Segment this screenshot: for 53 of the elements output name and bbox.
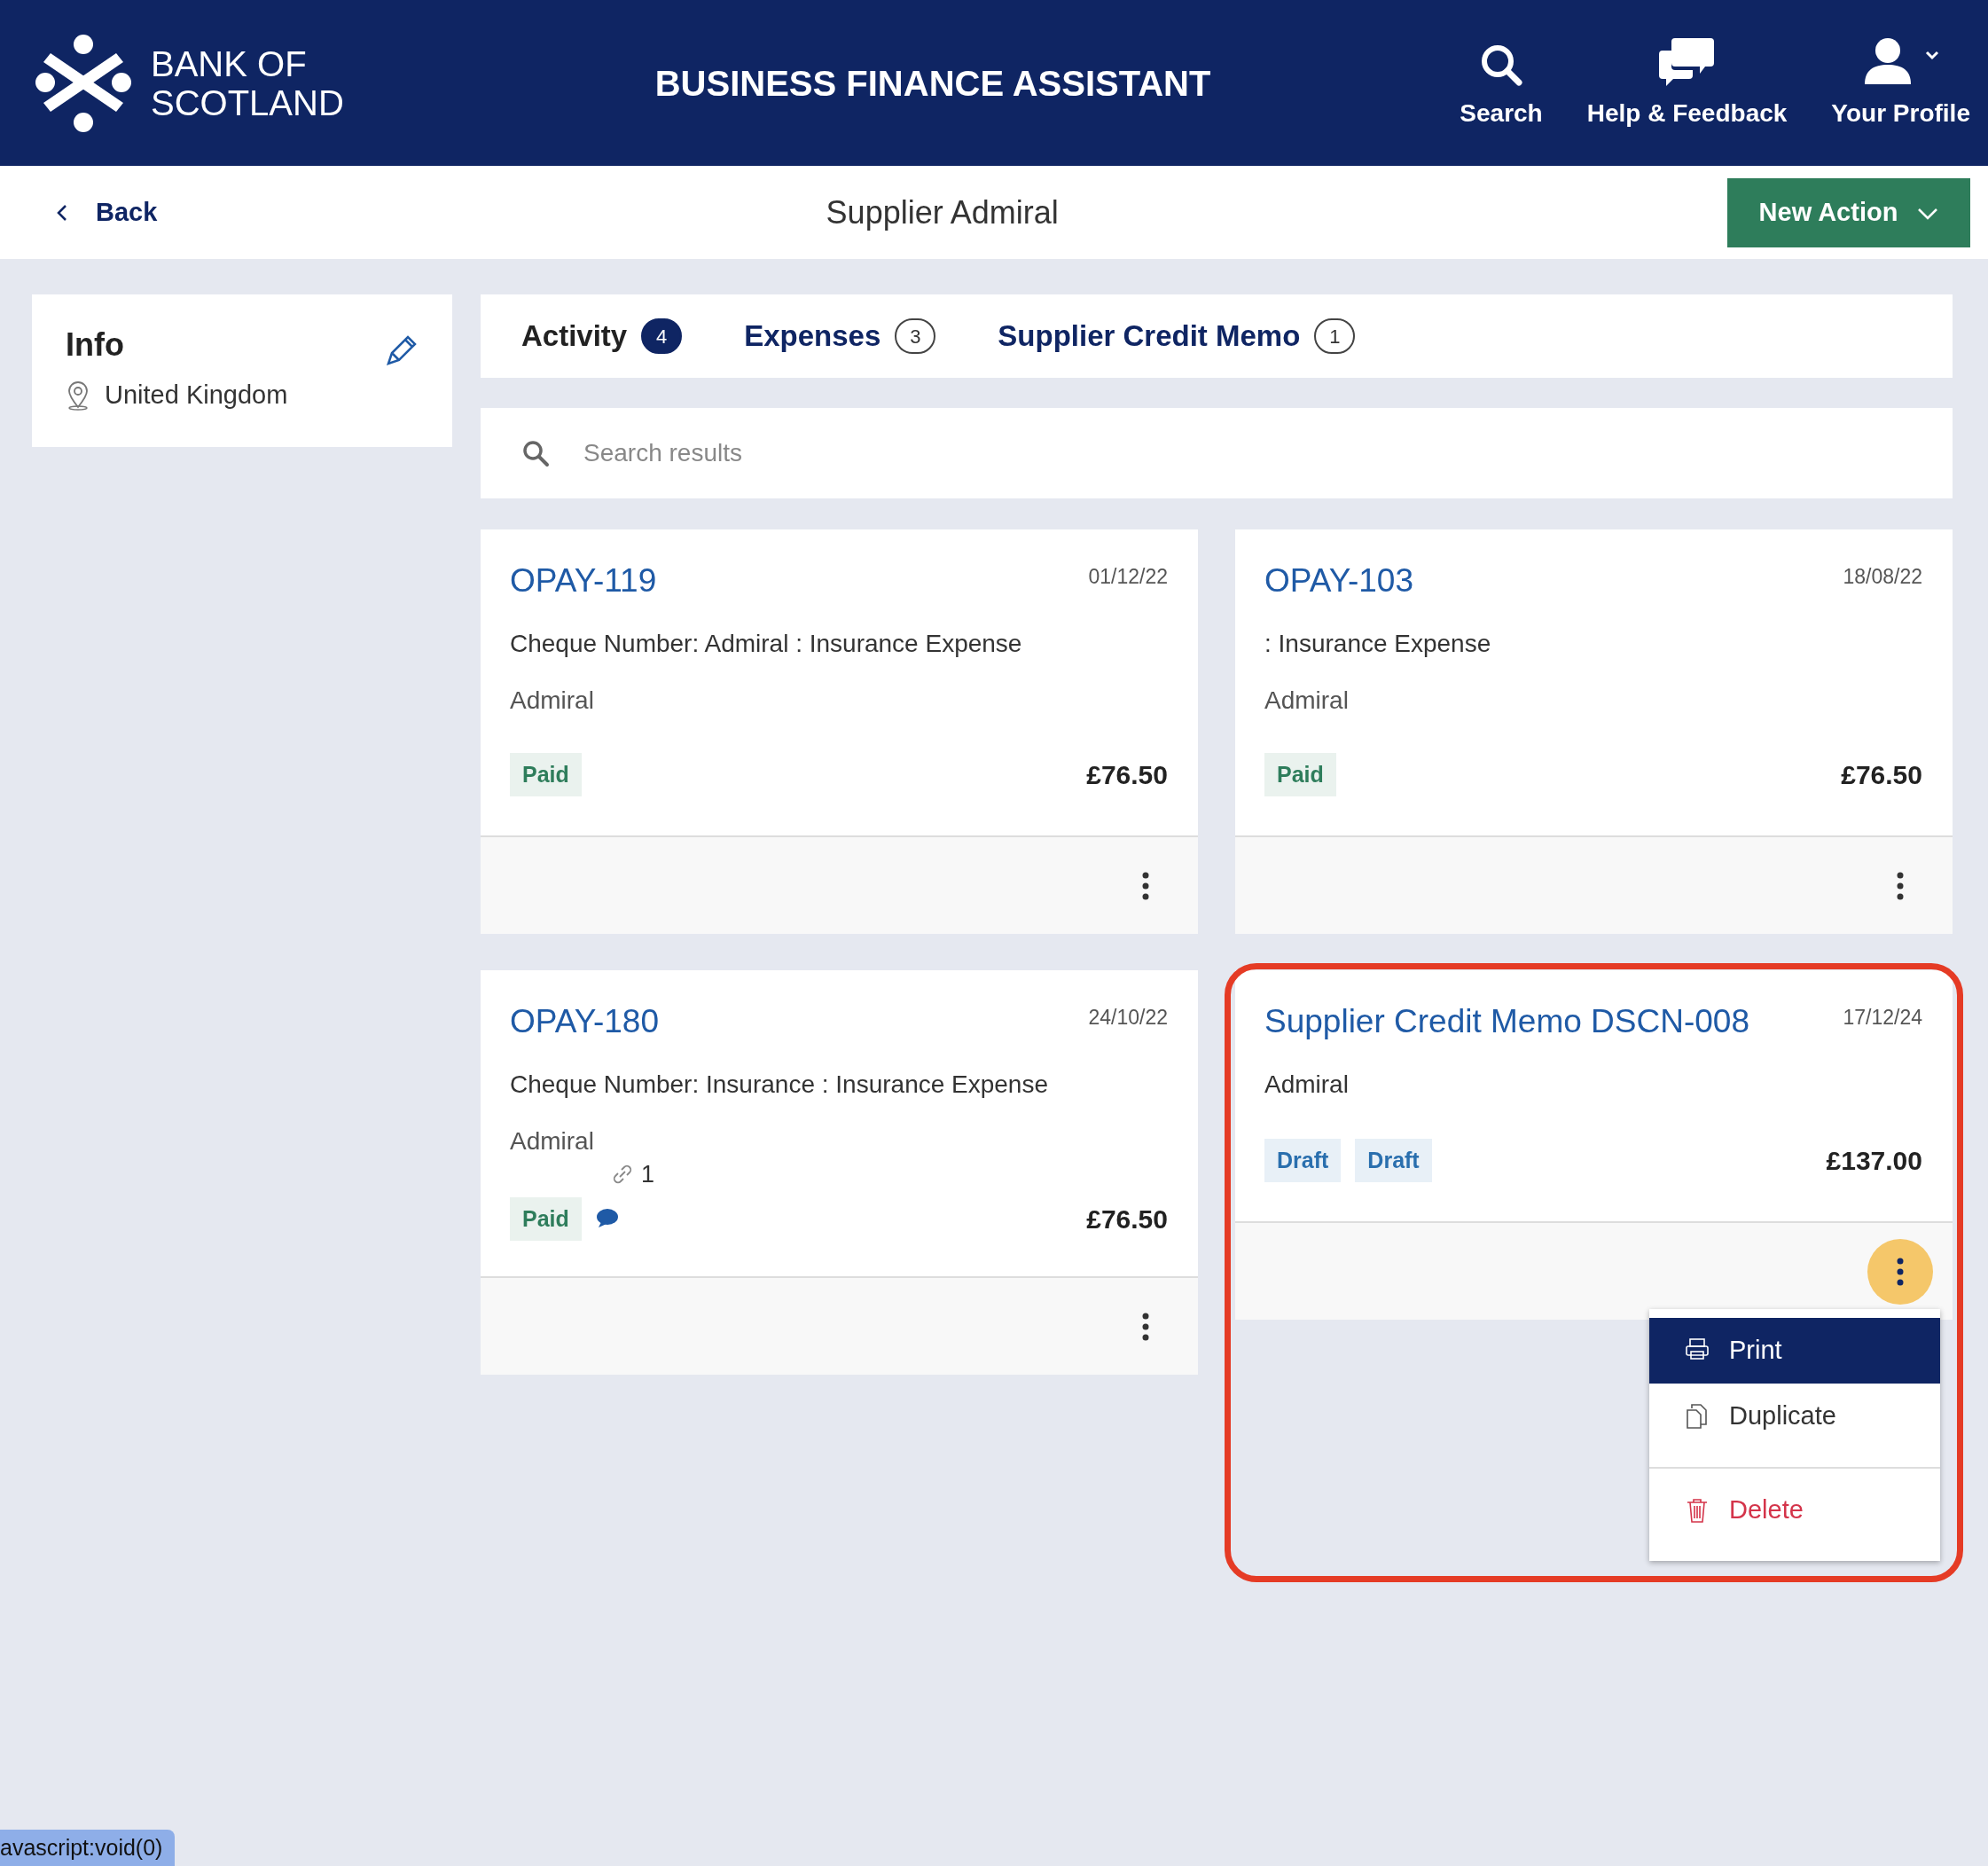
- kebab-icon: [1142, 1312, 1149, 1341]
- payee-text: Admiral: [1264, 685, 1350, 716]
- status-tag: Paid: [1264, 752, 1336, 796]
- search-icon: [521, 439, 550, 467]
- payee-text: Admiral: [510, 1125, 595, 1156]
- amount-text: £137.00: [1826, 1144, 1922, 1177]
- date-text: 01/12/22: [1088, 564, 1168, 590]
- record-link[interactable]: Supplier Credit Memo DSCN-008: [1264, 997, 1749, 1047]
- location-text: United Kingdom: [105, 380, 288, 411]
- description-text: : Insurance Expense: [1264, 628, 1492, 659]
- trash-icon: [1685, 1497, 1710, 1524]
- status-bar: avascript:void(0): [0, 1829, 176, 1866]
- amount-text: £76.50: [1841, 758, 1922, 791]
- info-title: Info: [66, 325, 124, 365]
- search-button[interactable]: Search: [1415, 41, 1543, 132]
- location-pin-icon: [66, 380, 90, 411]
- description-text: Admiral: [1264, 1069, 1350, 1100]
- record-link[interactable]: OPAY-180: [510, 997, 659, 1047]
- chevron-left-icon: [55, 203, 69, 222]
- tab[interactable]: Supplier Credit Memo 1: [998, 314, 1356, 358]
- menu-item[interactable]: Delete: [1649, 1467, 1940, 1552]
- date-text: 18/08/22: [1843, 564, 1922, 590]
- search-bar[interactable]: Search results: [481, 408, 1953, 498]
- status-tag: Draft: [1264, 1138, 1342, 1182]
- tab[interactable]: Activity 4: [521, 314, 683, 358]
- status-tag: Paid: [510, 752, 582, 796]
- menu-item[interactable]: Print: [1649, 1318, 1940, 1384]
- page-title: Supplier Admiral: [826, 192, 1059, 232]
- status-tag: Paid: [510, 1196, 582, 1241]
- payee-text: Admiral: [510, 685, 595, 716]
- record-link[interactable]: OPAY-103: [1264, 556, 1413, 606]
- attachment-count: 1: [641, 1159, 655, 1189]
- amount-text: £76.50: [1086, 1203, 1168, 1235]
- kebab-icon: [1897, 1257, 1904, 1286]
- date-text: 17/12/24: [1843, 1005, 1922, 1031]
- date-text: 24/10/22: [1088, 1005, 1168, 1031]
- brand-name: BANK OF SCOTLAND: [151, 43, 344, 122]
- copy-icon: [1685, 1403, 1710, 1430]
- amount-text: £76.50: [1086, 758, 1168, 791]
- profile-button[interactable]: Your Profile: [1787, 34, 1970, 132]
- kebab-icon: [1142, 871, 1149, 900]
- description-text: Cheque Number: Admiral : Insurance Expense: [510, 628, 1023, 659]
- record-link[interactable]: OPAY-119: [510, 556, 657, 606]
- search-field[interactable]: Search results: [582, 434, 1912, 473]
- status-tag: Draft: [1355, 1138, 1432, 1182]
- tab[interactable]: Expenses 3: [744, 314, 936, 358]
- app-title: BUSINESS FINANCE ASSISTANT: [654, 62, 1211, 105]
- menu-item[interactable]: Duplicate: [1649, 1384, 1940, 1449]
- kebab-icon: [1897, 871, 1904, 900]
- help-button[interactable]: Help & Feedback: [1542, 34, 1788, 132]
- new-action-button[interactable]: New Action: [1727, 177, 1970, 247]
- back-link[interactable]: Back: [55, 192, 158, 232]
- description-text: Cheque Number: Insurance : Insurance Expense: [510, 1069, 1050, 1100]
